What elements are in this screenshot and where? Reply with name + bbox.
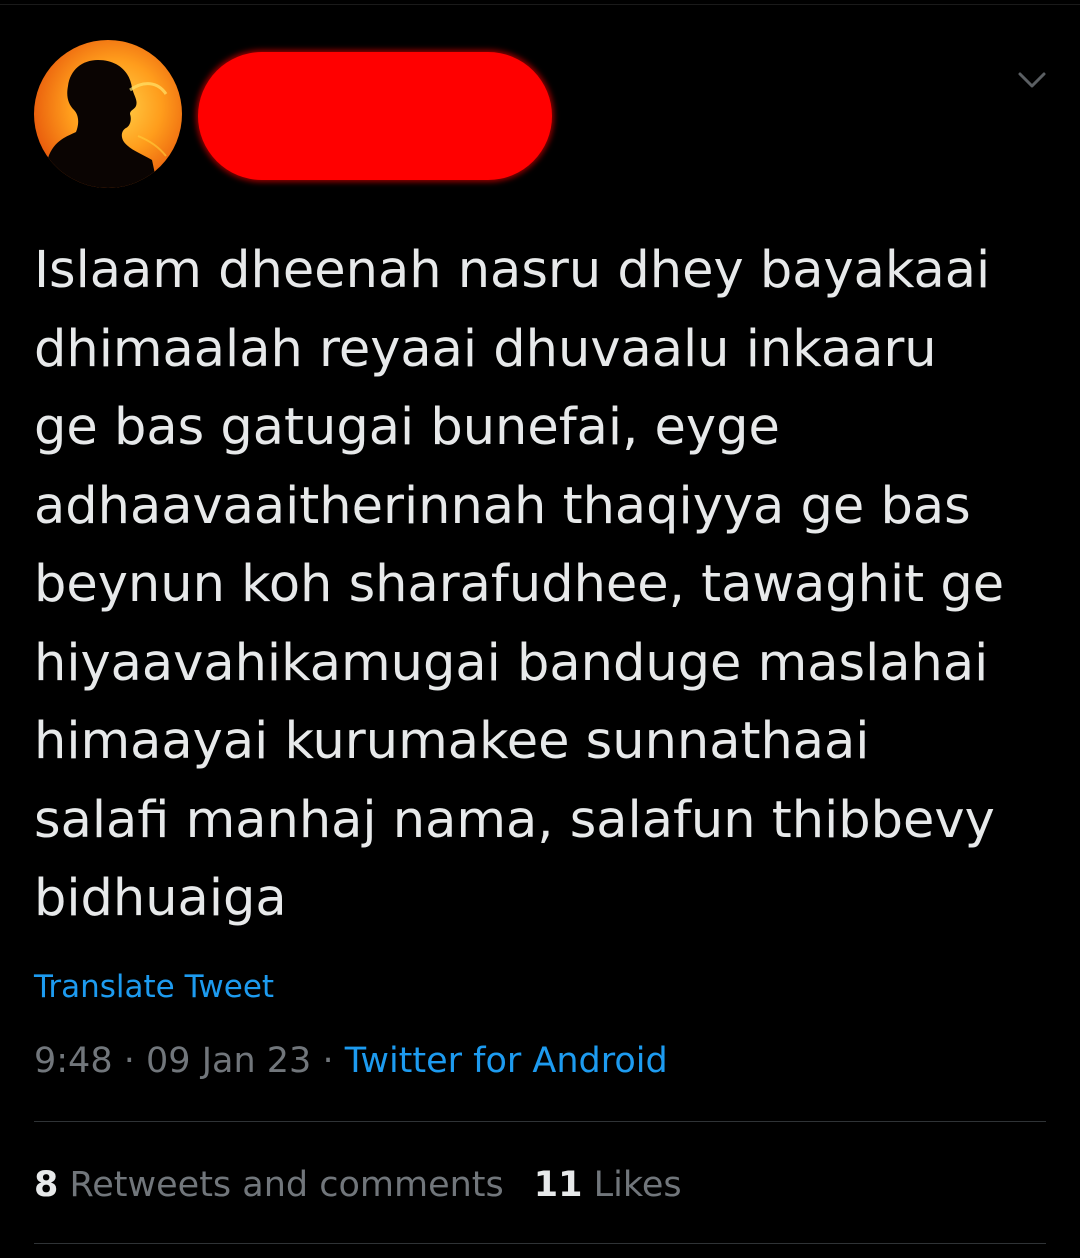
tweet-text: Islaam dheenah nasru dhey bayakaai dhima… <box>34 241 1005 928</box>
retweets-label: Retweets and comments <box>69 1165 504 1205</box>
tweet-stats: 8 Retweets and comments 11 Likes <box>34 1158 682 1212</box>
tweet-metadata: 9:48 · 09 Jan 23 · Twitter for Android <box>34 1034 668 1088</box>
retweets-count: 8 <box>34 1165 59 1205</box>
divider <box>34 1121 1046 1122</box>
likes-label: Likes <box>593 1165 682 1205</box>
divider <box>34 1243 1046 1244</box>
meta-separator: · <box>322 1041 334 1081</box>
tweet-time: 9:48 <box>34 1041 113 1081</box>
tweet-source-link[interactable]: Twitter for Android <box>345 1041 668 1081</box>
author-name-redaction <box>198 52 552 180</box>
tweet-header <box>0 0 1080 200</box>
retweets-stat[interactable]: 8 Retweets and comments <box>34 1165 504 1205</box>
likes-count: 11 <box>533 1165 583 1205</box>
meta-separator: · <box>123 1041 135 1081</box>
avatar-silhouette <box>48 60 168 188</box>
avatar[interactable] <box>34 40 182 188</box>
translate-tweet-link[interactable]: Translate Tweet <box>34 962 274 1012</box>
tweet-date: 09 Jan 23 <box>146 1041 312 1081</box>
chevron-down-icon[interactable] <box>1012 62 1052 98</box>
likes-stat[interactable]: 11 Likes <box>534 1165 682 1205</box>
tweet-detail: Islaam dheenah nasru dhey bayakaai dhima… <box>0 0 1080 1258</box>
